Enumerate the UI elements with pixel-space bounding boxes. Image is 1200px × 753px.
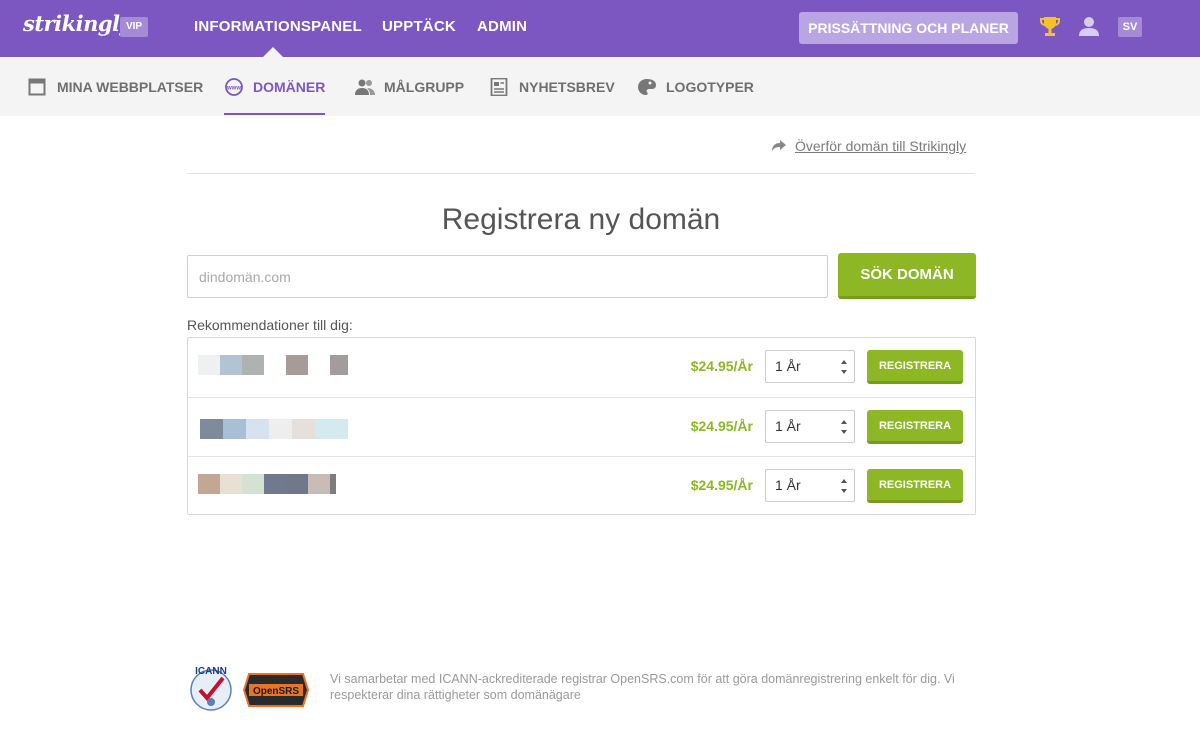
- term-value: 1 År: [775, 477, 801, 493]
- domain-price: $24.95/År: [690, 358, 753, 374]
- register-button[interactable]: REGISTRERA: [867, 469, 963, 503]
- nav-upptack[interactable]: UPPTÄCK: [382, 18, 456, 35]
- tab-label: MÅLGRUPP: [384, 78, 465, 95]
- icann-accredited-logo: ICANN: [190, 666, 232, 711]
- share-arrow-icon: [772, 140, 786, 151]
- users-icon: [355, 79, 375, 95]
- domain-price: $24.95/År: [690, 477, 753, 493]
- tab-mina-webbplatser[interactable]: MINA WEBBPLATSER: [28, 57, 203, 116]
- transfer-domain-text[interactable]: Överför domän till Strikingly: [795, 138, 966, 154]
- opensrs-logo: OpenSRS: [243, 673, 309, 707]
- footer-partner-text: Vi samarbetar med ICANN-ackrediterade re…: [330, 672, 955, 702]
- opensrs-text: OpenSRS: [253, 686, 299, 697]
- up-down-arrows-icon: [841, 360, 847, 374]
- tab-malgrupp[interactable]: MÅLGRUPP: [355, 57, 464, 116]
- tab-label: MINA WEBBPLATSER: [57, 78, 204, 95]
- nav-informationspanel[interactable]: INFORMATIONSPANEL: [194, 18, 362, 35]
- register-button[interactable]: REGISTRERA: [867, 410, 963, 444]
- language-selector[interactable]: SV: [1118, 17, 1142, 37]
- user-icon[interactable]: [1078, 15, 1100, 37]
- term-select[interactable]: 1 År: [765, 350, 855, 383]
- term-select[interactable]: 1 År: [765, 469, 855, 502]
- domain-search-input[interactable]: [187, 255, 828, 298]
- up-down-arrows-icon: [841, 420, 847, 434]
- tab-label: DOMÄNER: [253, 78, 326, 95]
- browser-window-icon: [28, 78, 46, 95]
- blurred-domain-name: [200, 419, 348, 439]
- icann-text: ICANN: [195, 666, 227, 677]
- newsletter-icon: [490, 77, 508, 96]
- tab-domaner[interactable]: www DOMÄNER: [224, 57, 326, 116]
- sub-navbar: MINA WEBBPLATSER www DOMÄNER MÅLGRUPP NY…: [0, 57, 1200, 116]
- recommendation-row: $24.95/År 1 År REGISTRERA: [188, 456, 975, 515]
- palette-icon: [638, 78, 656, 95]
- pricing-button[interactable]: PRISSÄTTNING OCH PLANER: [799, 12, 1018, 44]
- register-button[interactable]: REGISTRERA: [867, 350, 963, 384]
- svg-text:www: www: [226, 85, 241, 91]
- up-down-arrows-icon: [841, 479, 847, 493]
- nav-admin[interactable]: ADMIN: [477, 18, 527, 35]
- recommendations-list: $24.95/År 1 År REGISTRERA $24.95/År 1 År…: [187, 337, 976, 515]
- blurred-domain-name: [198, 355, 348, 375]
- term-select[interactable]: 1 År: [765, 410, 855, 443]
- www-globe-icon: www: [225, 77, 243, 96]
- page-title: Registrera ny domän: [441, 203, 721, 236]
- top-navbar: strikingly VIP INFORMATIONSPANEL UPPTÄCK…: [0, 0, 1200, 57]
- recommendations-label: Rekommendationer till dig:: [187, 317, 353, 333]
- tab-nyhetsbrev[interactable]: NYHETSBREV: [490, 57, 615, 116]
- tab-label: NYHETSBREV: [519, 78, 615, 95]
- tab-label: LOGOTYPER: [666, 78, 754, 95]
- search-domain-button[interactable]: SÖK DOMÄN: [838, 253, 976, 299]
- transfer-domain-link[interactable]: Överför domän till Strikingly: [772, 138, 966, 154]
- trophy-icon[interactable]: [1040, 16, 1060, 38]
- vip-badge: VIP: [120, 17, 148, 37]
- active-nav-caret: [263, 47, 283, 57]
- term-value: 1 År: [775, 358, 801, 374]
- tab-logotyper[interactable]: LOGOTYPER: [637, 57, 754, 116]
- strikingly-logo[interactable]: strikingly: [23, 11, 132, 36]
- term-value: 1 År: [775, 418, 801, 434]
- recommendation-row: $24.95/År 1 År REGISTRERA: [188, 397, 975, 456]
- domain-price: $24.95/År: [690, 418, 753, 434]
- recommendation-row: $24.95/År 1 År REGISTRERA: [188, 338, 975, 397]
- blurred-domain-name: [198, 474, 336, 494]
- divider: [187, 173, 975, 174]
